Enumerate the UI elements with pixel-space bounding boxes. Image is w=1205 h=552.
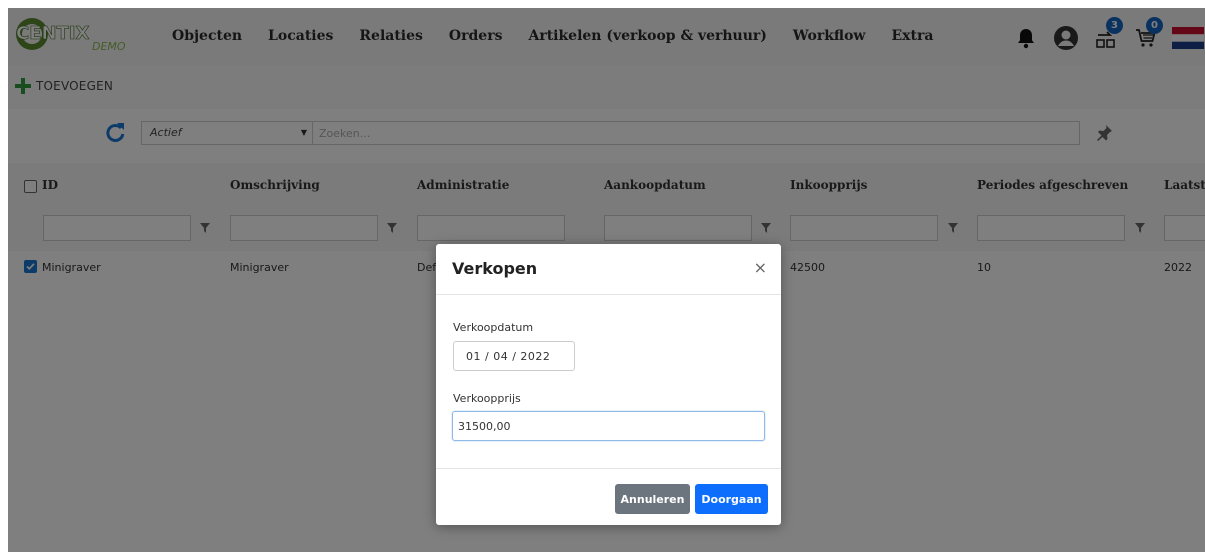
price-label: Verkoopprijs xyxy=(453,392,521,405)
cancel-button[interactable]: Annuleren xyxy=(615,484,690,514)
date-label: Verkoopdatum xyxy=(453,321,534,334)
continue-button[interactable]: Doorgaan xyxy=(695,484,768,514)
sell-dialog: Verkopen × Verkoopdatum 01 / 04 / 2022 V… xyxy=(436,244,781,525)
app-window: CENTIX DEMO Objecten Locaties Relaties O… xyxy=(8,8,1205,552)
close-icon[interactable]: × xyxy=(754,260,767,276)
dialog-title: Verkopen xyxy=(452,259,538,278)
sale-price-input[interactable] xyxy=(452,411,765,441)
sale-date-input[interactable]: 01 / 04 / 2022 xyxy=(453,341,575,371)
dialog-footer: Annuleren Doorgaan xyxy=(436,468,781,525)
dialog-header: Verkopen × xyxy=(436,244,781,295)
